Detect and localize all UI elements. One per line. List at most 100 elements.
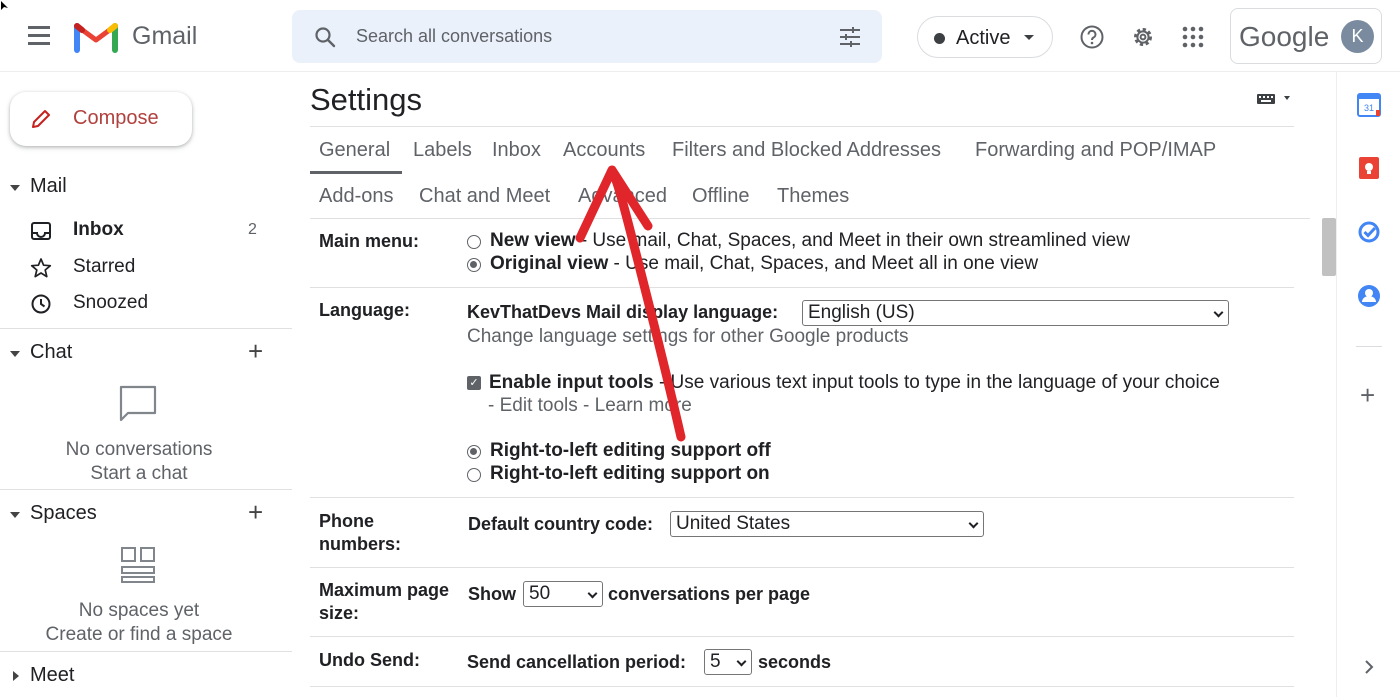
status-selector[interactable]: Active [917,16,1053,58]
option-title: Original view [490,253,609,274]
clock-icon [31,294,51,314]
spaces-grid-icon [121,547,155,583]
avatar[interactable]: K [1341,20,1374,53]
option-description: - Use mail, Chat, Spaces, and Meet all i… [608,253,1039,274]
mouse-cursor-icon [1,1,8,10]
sidebar-item-snoozed[interactable]: Snoozed [0,288,290,322]
tab-accounts[interactable]: Accounts [563,139,645,162]
page-title: Settings [310,82,423,117]
original-view-option: Original view - Use mail, Chat, Spaces, … [490,253,1038,275]
compose-button[interactable]: Compose [10,92,192,146]
new-chat-plus-icon[interactable]: + [248,338,263,364]
expand-panel-chevron-icon[interactable] [1362,658,1376,676]
change-language-link[interactable]: Change language settings for other Googl… [467,326,909,348]
chevron-down-icon [968,518,979,529]
sidebar-item-label: Starred [73,256,136,277]
divider [310,218,1310,219]
country-code-select[interactable]: United States [670,511,984,537]
calendar-icon[interactable]: 31 [1356,92,1382,118]
chat-section-header[interactable]: Chat + [0,338,292,369]
tasks-icon[interactable] [1356,219,1382,245]
gmail-logo-icon[interactable] [74,20,118,54]
divider [310,126,1294,127]
collapse-caret-icon[interactable] [10,185,20,191]
collapse-caret-icon[interactable] [10,351,20,357]
label-line: size: [319,603,360,623]
search-icon[interactable] [314,26,336,48]
tab-labels[interactable]: Labels [413,139,472,162]
new-space-plus-icon[interactable]: + [248,499,263,525]
top-bar: Gmail Search all conversations Active Go… [0,0,1400,72]
pencil-icon [32,110,50,128]
star-icon [30,258,52,278]
tab-offline[interactable]: Offline [692,185,749,208]
collapse-caret-icon[interactable] [10,512,20,518]
sidebar-item-inbox[interactable]: Inbox 2 [0,215,290,249]
option-title: New view [490,230,576,251]
rail-divider [1356,346,1382,347]
start-chat-link[interactable]: Start a chat [0,463,278,485]
meet-section-header[interactable]: Meet [0,662,292,692]
tab-general[interactable]: General [319,139,390,162]
settings-gear-icon[interactable] [1130,24,1156,50]
apps-grid-icon[interactable] [1180,24,1206,50]
sidebar-item-starred[interactable]: Starred [0,252,290,286]
input-tools-keyboard-icon[interactable] [1256,90,1296,110]
keep-icon[interactable] [1356,155,1382,181]
gmail-wordmark[interactable]: Gmail [132,22,197,51]
sidebar-item-label: Inbox [73,219,124,240]
page-size-select[interactable]: 50 [523,581,603,607]
help-icon[interactable] [1079,24,1105,50]
cancellation-period-label: Send cancellation period: [467,652,687,672]
undo-period-select[interactable]: 5 [704,649,752,675]
option-title: Enable input tools [489,372,654,393]
divider [0,328,292,329]
google-logo: Google [1239,21,1330,52]
tab-filters[interactable]: Filters and Blocked Addresses [672,139,941,162]
show-label: Show [468,584,516,604]
search-bar[interactable]: Search all conversations [292,10,882,63]
learn-more-link[interactable]: Learn more [595,395,692,416]
tab-inbox[interactable]: Inbox [492,139,541,162]
input-tools-links: - Edit tools - Learn more [488,395,692,416]
search-input[interactable]: Search all conversations [356,26,552,47]
rtl-off-label: Right-to-left editing support off [490,440,771,461]
rtl-on-label: Right-to-left editing support on [490,463,770,484]
select-value: United States [676,513,791,534]
add-icon[interactable]: + [1360,382,1375,408]
divider [0,489,292,490]
new-view-radio[interactable] [467,235,481,249]
scrollbar-thumb[interactable] [1322,218,1336,276]
edit-tools-link[interactable]: Edit tools [500,395,578,416]
spaces-section-label: Spaces [30,502,97,524]
input-tools-checkbox[interactable]: ✓ [467,376,481,390]
spaces-section-header[interactable]: Spaces + [0,499,292,530]
label-line: Phone [319,511,375,531]
right-rail-divider [1336,72,1337,697]
original-view-radio[interactable] [467,258,481,272]
contacts-icon[interactable] [1356,283,1382,309]
select-value: 50 [529,583,551,604]
mail-section-header[interactable]: Mail [0,173,292,203]
search-options-icon[interactable] [838,26,862,48]
rtl-off-radio[interactable] [467,445,481,459]
chevron-down-icon [1213,307,1224,318]
display-language-select[interactable]: English (US) [802,300,1229,326]
tab-advanced[interactable]: Advanced [578,185,667,208]
spaces-empty-text: No spaces yet [78,600,200,621]
phone-label: Phone numbers: [319,510,401,556]
account-switcher[interactable]: Google K [1230,8,1382,64]
divider [0,651,292,652]
tab-themes[interactable]: Themes [777,185,849,208]
rtl-on-radio[interactable] [467,468,481,482]
chevron-down-icon [587,588,598,599]
tab-addons[interactable]: Add-ons [319,185,394,208]
create-space-link[interactable]: Create or find a space [0,624,278,646]
chat-section-label: Chat [30,341,73,363]
mail-section-label: Mail [30,175,67,197]
main-menu-icon[interactable] [28,26,52,48]
tab-chat-and-meet[interactable]: Chat and Meet [419,185,550,208]
tab-forwarding[interactable]: Forwarding and POP/IMAP [975,139,1216,162]
expand-caret-icon[interactable] [13,671,19,681]
divider [310,567,1294,568]
